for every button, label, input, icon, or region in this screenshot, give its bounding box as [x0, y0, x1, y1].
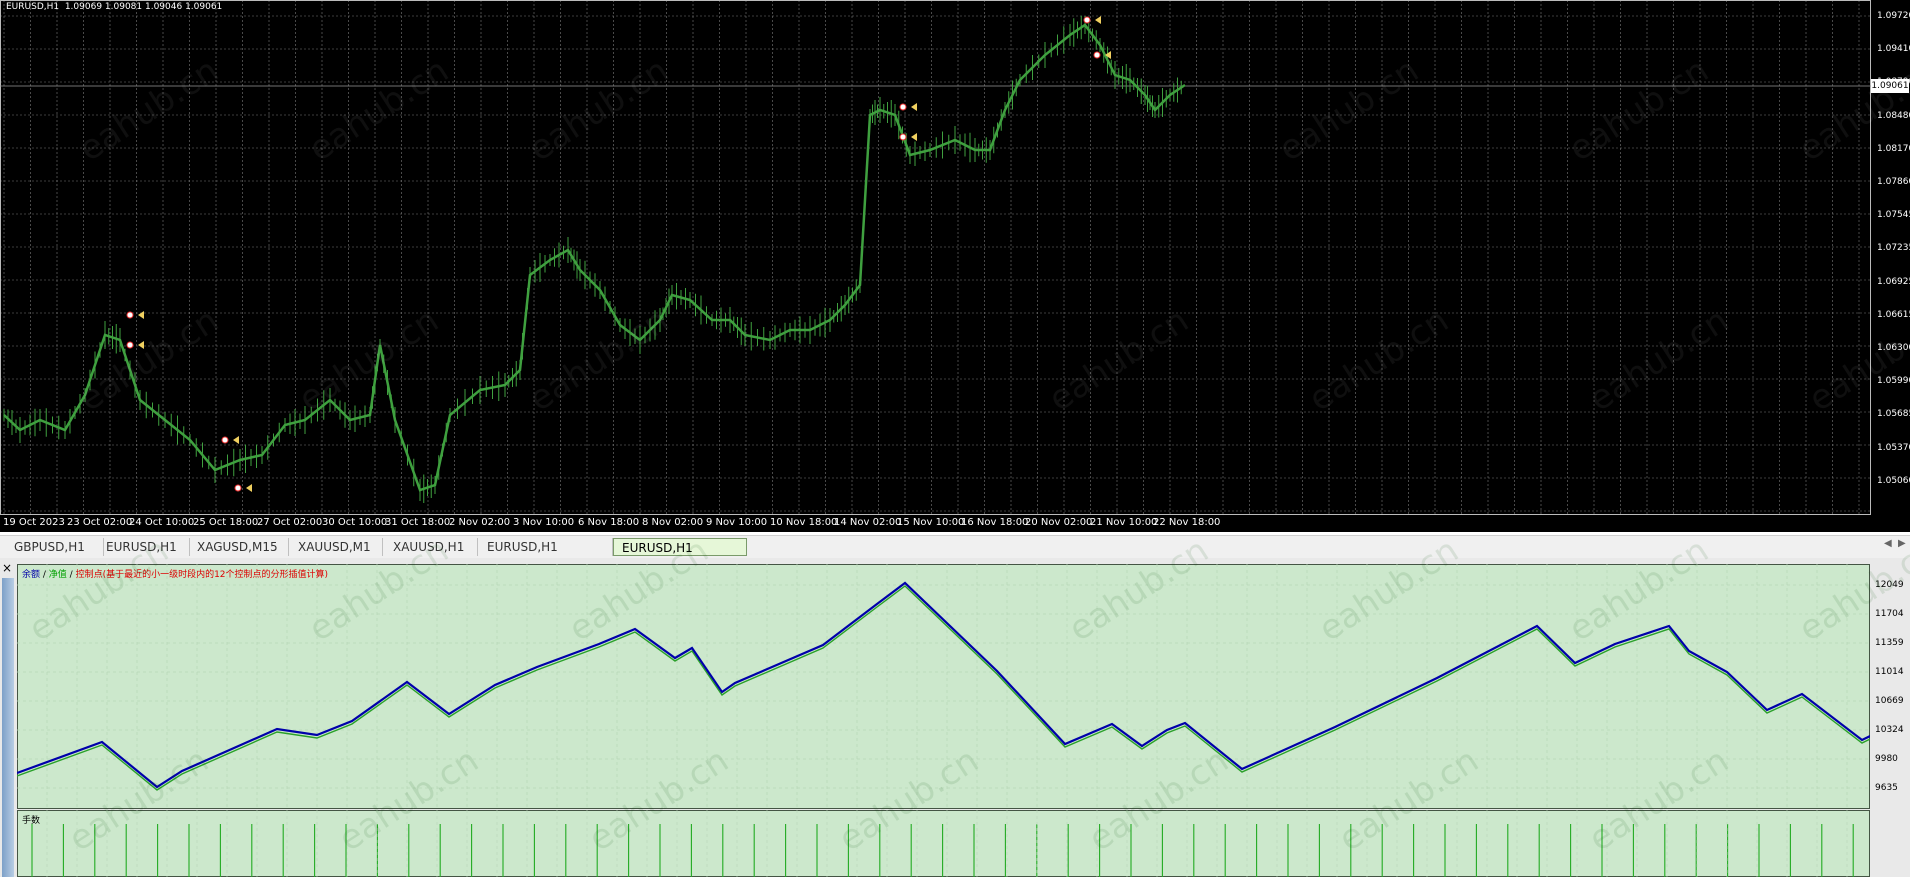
time-label: 9 Nov 10:00 — [706, 517, 768, 528]
equity-label: 12049 — [1875, 580, 1904, 590]
price-label: 1.06925 — [1877, 276, 1910, 287]
equity-legend: 余额 / 净值 / 控制点(基于最近的小一级时段内的12个控制点的分形插值计算) — [22, 567, 328, 580]
legend-equity: 净值 — [48, 570, 67, 580]
price-label: 1.09410 — [1877, 44, 1910, 55]
price-label: 1.05685 — [1877, 409, 1910, 420]
price-label: 1.08170 — [1877, 143, 1910, 154]
lots-label: 手数 — [22, 816, 41, 826]
time-label: 10 Nov 18:00 — [770, 517, 838, 528]
time-label: 20 Nov 02:00 — [1025, 517, 1093, 528]
current-price-tag: 1.09061 — [1871, 79, 1909, 93]
time-label: 19 Oct 2023 — [3, 517, 65, 528]
time-label: 6 Nov 18:00 — [578, 517, 640, 528]
lots-graph-canvas — [31, 810, 1854, 877]
chevron-right-icon[interactable]: ▶ — [1898, 538, 1906, 549]
time-label: 23 Oct 02:00 — [67, 517, 133, 528]
price-chart[interactable]: EURUSD,H1 1.09069 1.09081 1.09046 1.0906… — [0, 0, 1910, 532]
time-label: 15 Nov 10:00 — [897, 517, 965, 528]
time-label: 24 Oct 10:00 — [129, 517, 195, 528]
legend-control-points: 控制点(基于最近的小一级时段内的12个控制点的分形插值计算) — [75, 570, 329, 580]
panel-side-strip — [2, 578, 14, 877]
time-label: 2 Nov 02:00 — [449, 517, 511, 528]
tab-eurusd-h1[interactable]: EURUSD,H1 — [98, 538, 190, 556]
legend-balance: 余额 — [22, 570, 41, 580]
time-label: 3 Nov 10:00 — [513, 517, 575, 528]
price-label: 1.09720 — [1877, 11, 1910, 21]
price-label: 1.06615 — [1877, 309, 1910, 320]
price-label: 1.07860 — [1877, 177, 1910, 187]
tab-eurusd-h1-visual-active[interactable]: EURUSD,H1 (visual) — [613, 538, 747, 573]
price-label: 1.08480 — [1877, 110, 1910, 121]
price-label: 1.05060 — [1877, 475, 1910, 486]
close-icon[interactable]: × — [2, 561, 12, 575]
equity-label: 11704 — [1875, 609, 1904, 619]
price-label: 1.06300 — [1877, 343, 1910, 353]
equity-label: 11014 — [1875, 667, 1904, 677]
price-chart-canvas[interactable] — [0, 0, 1910, 532]
price-label: 1.07235 — [1877, 243, 1910, 254]
equity-graph — [17, 564, 1870, 809]
legend-sep: / — [40, 570, 49, 580]
time-label: 25 Oct 18:00 — [193, 517, 259, 528]
time-label: 14 Nov 02:00 — [834, 517, 902, 528]
tab-xauusd-m1[interactable]: XAUUSD,M1 — [290, 538, 383, 556]
time-label: 21 Nov 10:00 — [1090, 517, 1158, 528]
time-label: 22 Nov 18:00 — [1153, 517, 1221, 528]
price-label: 1.07545 — [1877, 210, 1910, 221]
equity-graph-canvas — [17, 564, 1870, 809]
chevron-left-icon[interactable]: ◀ — [1884, 538, 1892, 549]
equity-label: 10324 — [1875, 725, 1904, 735]
lots-graph — [17, 810, 1870, 877]
tab-xauusd-h1[interactable]: XAUUSD,H1 — [385, 538, 478, 556]
equity-label: 9635 — [1875, 783, 1898, 793]
tab-xagusd-m15[interactable]: XAGUSD,M15 — [189, 538, 289, 556]
equity-label: 10669 — [1875, 696, 1904, 706]
equity-label: 9980 — [1875, 754, 1898, 764]
symbol-info: EURUSD,H1 1.09069 1.09081 1.09046 1.0906… — [6, 2, 223, 12]
time-label: 27 Oct 02:00 — [257, 517, 323, 528]
legend-sep: / — [66, 570, 76, 580]
tab-eurusd-h1-visual[interactable]: EURUSD,H1 (visual) — [479, 538, 613, 572]
time-label: 30 Oct 10:00 — [322, 517, 388, 528]
price-label: 1.05370 — [1877, 442, 1910, 453]
chart-tab-bar: GBPUSD,H1 EURUSD,H1 XAGUSD,M15 XAUUSD,M1… — [0, 535, 1910, 573]
equity-label: 11359 — [1875, 638, 1904, 648]
price-label: 1.05990 — [1877, 376, 1910, 387]
time-label: 31 Oct 18:00 — [385, 517, 451, 528]
time-label: 8 Nov 02:00 — [642, 517, 704, 528]
tab-gbpusd-h1[interactable]: GBPUSD,H1 — [6, 538, 104, 556]
time-label: 16 Nov 18:00 — [961, 517, 1029, 528]
